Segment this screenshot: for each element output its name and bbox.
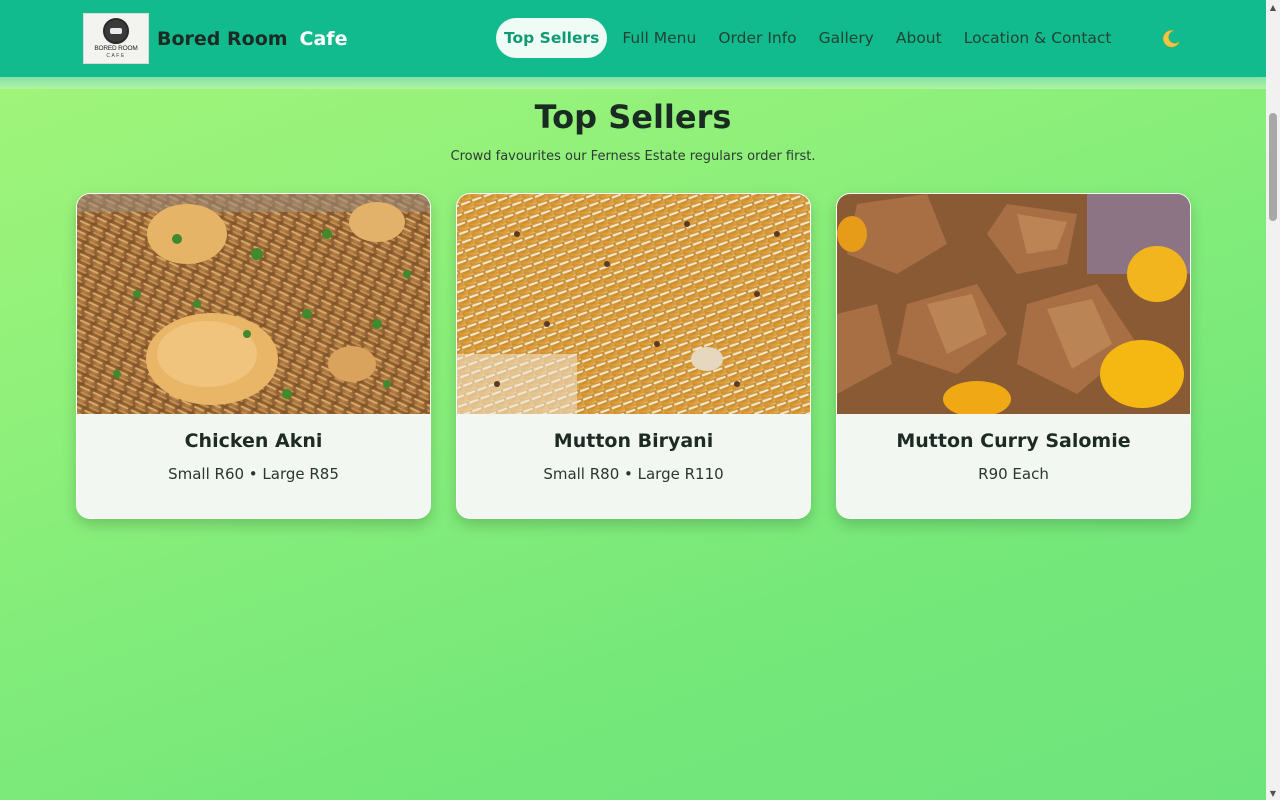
brand-title[interactable]: Bored Room Cafe [157,24,347,54]
logo-line-2: CAFE [106,52,126,59]
product-price: R90 Each [978,465,1049,483]
scroll-down-arrow-icon[interactable]: ▼ [1266,786,1280,800]
nav-about[interactable]: About [885,18,953,58]
product-name: Chicken Akni [184,430,323,452]
product-card-chicken-akni[interactable]: Chicken Akni Small R60 • Large R85 [76,193,431,519]
nav-order-info[interactable]: Order Info [707,18,807,58]
nav-location-contact[interactable]: Location & Contact [953,18,1123,58]
product-card-mutton-curry-salomie[interactable]: Mutton Curry Salomie R90 Each [836,193,1191,519]
moon-icon [1163,30,1180,48]
product-card-mutton-biryani[interactable]: Mutton Biryani Small R80 • Large R110 [456,193,811,519]
scroll-up-arrow-icon[interactable]: ▲ [1266,0,1280,14]
nav-gallery[interactable]: Gallery [808,18,885,58]
nav-top-sellers[interactable]: Top Sellers [496,18,608,58]
vertical-scrollbar[interactable]: ▲ ▼ [1266,0,1280,800]
bored-room-cafe-logo-icon [103,18,129,45]
site-logo[interactable]: BORED ROOM CAFE [83,13,149,64]
section-subtitle: Crowd favourites our Ferness Estate regu… [450,149,816,164]
product-price: Small R60 • Large R85 [168,465,339,483]
chicken-akni-photo [77,194,430,414]
mutton-curry-photo [837,194,1190,414]
top-navigation-bar: BORED ROOM CAFE Bored Room Cafe Top Sell… [0,0,1266,77]
section-title: Top Sellers [534,98,732,136]
mutton-biryani-photo [457,194,810,414]
main-nav: Top Sellers Full Menu Order Info Gallery… [496,18,1123,58]
product-name: Mutton Curry Salomie [896,430,1131,452]
theme-toggle-button[interactable] [1158,26,1184,52]
nav-full-menu[interactable]: Full Menu [611,18,707,58]
product-price: Small R80 • Large R110 [543,465,724,483]
page-viewport: BORED ROOM CAFE Bored Room Cafe Top Sell… [0,0,1266,800]
scrollbar-thumb[interactable] [1269,113,1277,221]
header-accent-strip [0,77,1266,89]
product-name: Mutton Biryani [553,430,714,452]
brand-suffix: Cafe [299,28,348,50]
brand-name: Bored Room [157,28,288,50]
